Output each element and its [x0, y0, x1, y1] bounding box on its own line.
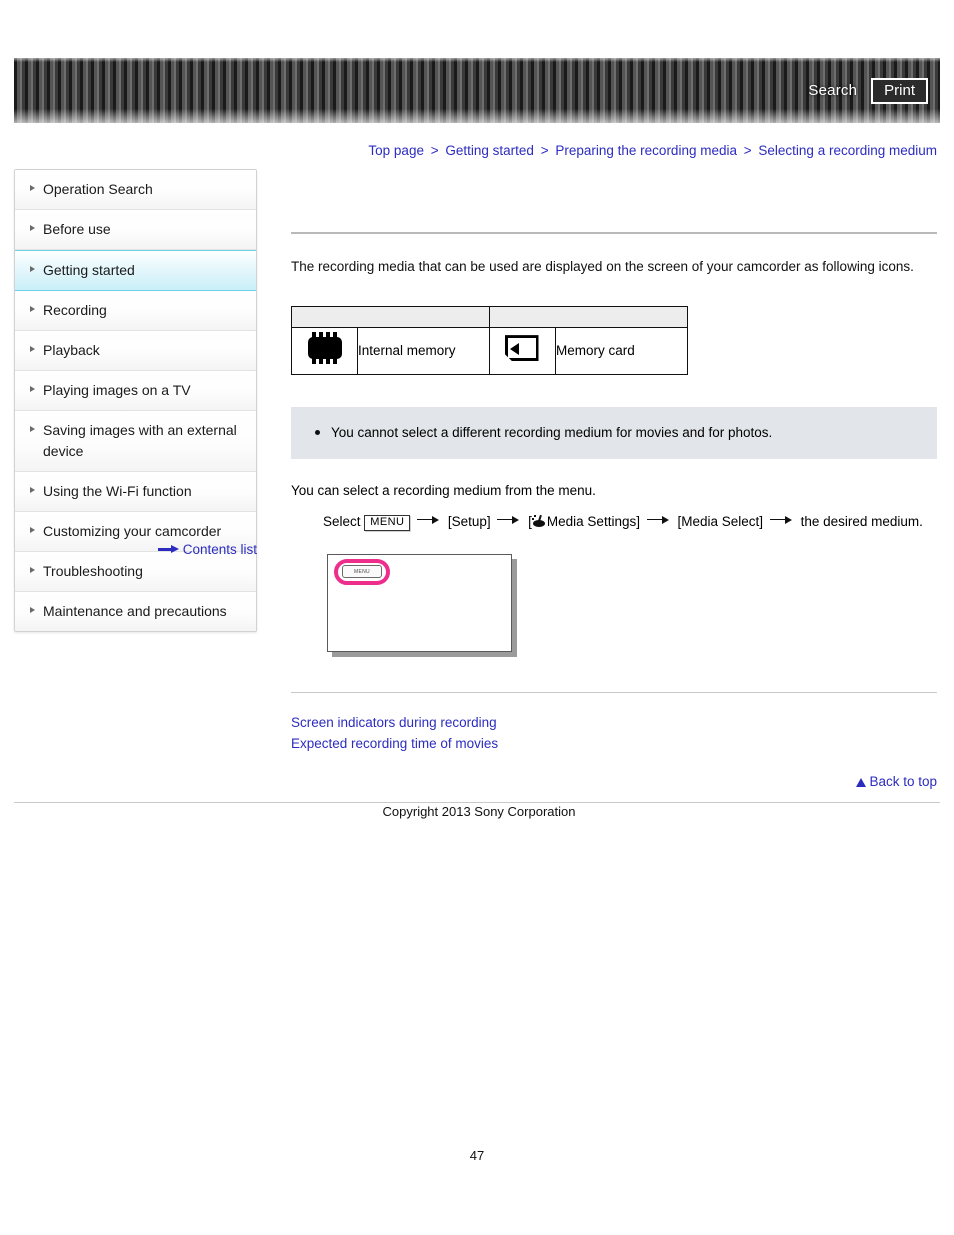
chip-pins-bottom: [311, 358, 338, 365]
breadcrumb-item-getting-started[interactable]: Getting started: [445, 143, 534, 158]
sidebar-navigation: Operation Search Before use Getting star…: [14, 169, 257, 632]
footer-divider: [14, 802, 940, 803]
procedure-step-final: the desired medium.: [800, 513, 923, 529]
triangle-bullet-icon: [30, 607, 35, 613]
sidebar-item-using-the-wi-fi-function[interactable]: Using the Wi-Fi function: [15, 472, 256, 512]
sidebar-item-label: Recording: [43, 302, 107, 318]
media-settings-icon: [531, 514, 547, 528]
triangle-bullet-icon: [30, 487, 35, 493]
procedure-step-media-settings: Media Settings]: [546, 513, 640, 529]
sidebar-item-recording[interactable]: Recording: [15, 291, 256, 331]
site-header-banner: Search Print: [14, 58, 940, 123]
table-header-row: [291, 305, 688, 328]
contents-list-row: Contents list: [14, 541, 257, 557]
screen-menu-button: MENU: [342, 565, 382, 579]
triangle-bullet-icon: [30, 386, 35, 392]
procedure-steps: Select MENU [Setup] [Media Settings] [Me…: [323, 509, 937, 535]
sidebar-item-label: Maintenance and precautions: [43, 603, 227, 619]
procedure-step-media-select: [Media Select]: [677, 513, 764, 529]
chip-body: [307, 337, 342, 360]
breadcrumb-separator: >: [540, 143, 549, 158]
sidebar-item-maintenance-and-precautions[interactable]: Maintenance and precautions: [15, 592, 256, 631]
sidebar-item-before-use[interactable]: Before use: [15, 210, 256, 250]
content-bottom-divider: [291, 692, 937, 694]
related-link-expected-recording-time[interactable]: Expected recording time of movies: [291, 734, 937, 755]
sidebar-item-getting-started[interactable]: Getting started: [15, 250, 256, 291]
sidebar-item-label: Before use: [43, 221, 111, 237]
sidebar-item-label: Playing images on a TV: [43, 382, 191, 398]
breadcrumb-item-top-page[interactable]: Top page: [368, 143, 424, 158]
triangle-bullet-icon: [30, 185, 35, 191]
table-header-cell-right: [489, 305, 688, 328]
sidebar-item-playback[interactable]: Playback: [15, 331, 256, 371]
contents-list-link[interactable]: Contents list: [183, 542, 257, 557]
triangle-bullet-icon: [30, 225, 35, 231]
back-to-top-link[interactable]: Back to top: [869, 774, 937, 789]
print-button[interactable]: Print: [871, 77, 928, 104]
triangle-bullet-icon: [30, 527, 35, 533]
back-to-top-row: Back to top: [291, 773, 937, 791]
menu-button-chip: MENU: [364, 514, 411, 532]
arrow-right-icon: [417, 515, 441, 525]
chip-icon: [304, 332, 346, 365]
triangle-up-icon: [856, 778, 867, 788]
memory-card-label: Memory card: [555, 326, 688, 375]
note-item: You cannot select a different recording …: [305, 423, 923, 443]
content-top-divider: [291, 232, 937, 234]
triangle-bullet-icon: [30, 306, 35, 312]
triangle-left-icon: [509, 343, 519, 356]
sidebar-item-label: Operation Search: [43, 181, 153, 197]
procedure-select-word: Select: [323, 513, 361, 529]
copyright-text: Copyright 2013 Sony Corporation: [382, 804, 576, 819]
memory-card-icon: [504, 333, 542, 363]
procedure-step-setup: [Setup]: [447, 513, 491, 529]
main-content: The recording media that can be used are…: [291, 169, 937, 791]
note-box: You cannot select a different recording …: [291, 406, 937, 459]
recording-media-table: Internal memory Memory card: [291, 305, 688, 375]
table-row: Internal memory Memory card: [291, 326, 688, 375]
triangle-bullet-icon: [30, 567, 35, 573]
table-header-cell-left: [291, 305, 490, 328]
screen-frame: MENU: [327, 554, 512, 653]
search-button[interactable]: Search: [808, 82, 857, 99]
triangle-bullet-icon: [30, 346, 35, 352]
sidebar-item-playing-images-on-a-tv[interactable]: Playing images on a TV: [15, 371, 256, 411]
sidebar-item-operation-search[interactable]: Operation Search: [15, 170, 256, 210]
triangle-bullet-icon: [30, 266, 35, 272]
header-top-gloss: [14, 58, 940, 62]
arrow-right-icon: [497, 515, 521, 525]
arrow-right-icon: [646, 515, 671, 525]
triangle-bullet-icon: [30, 426, 35, 432]
breadcrumb-separator: >: [743, 143, 752, 158]
memory-card-icon-cell: [489, 326, 556, 375]
page-number: 47: [469, 1148, 485, 1163]
sidebar-item-label: Saving images with an external device: [43, 422, 237, 459]
internal-memory-icon-cell: [291, 326, 358, 375]
sidebar-item-saving-images-with-an-external-device[interactable]: Saving images with an external device: [15, 411, 256, 472]
camcorder-screen-illustration: MENU: [327, 554, 517, 658]
related-links: Screen indicators during recording Expec…: [291, 713, 937, 755]
sidebar-item-label: Using the Wi-Fi function: [43, 483, 192, 499]
procedure-lead-text: You can select a recording medium from t…: [291, 482, 596, 498]
breadcrumb: Top page > Getting started > Preparing t…: [0, 143, 937, 158]
header-controls: Search Print: [808, 58, 928, 123]
breadcrumb-item-selecting-a-recording-medium[interactable]: Selecting a recording medium: [758, 143, 937, 158]
sidebar-item-troubleshooting[interactable]: Troubleshooting: [15, 552, 256, 592]
arrow-right-icon: [157, 544, 180, 554]
breadcrumb-item-preparing-the-recording-media[interactable]: Preparing the recording media: [555, 143, 737, 158]
sidebar-item-label: Getting started: [43, 262, 135, 278]
sidebar-item-label: Troubleshooting: [43, 563, 143, 579]
intro-paragraph: The recording media that can be used are…: [291, 259, 914, 274]
internal-memory-label: Internal memory: [357, 326, 490, 375]
related-link-screen-indicators[interactable]: Screen indicators during recording: [291, 713, 937, 734]
sidebar-item-label: Playback: [43, 342, 100, 358]
breadcrumb-separator: >: [430, 143, 439, 158]
sidebar-item-label: Customizing your camcorder: [43, 523, 222, 539]
arrow-right-icon: [769, 515, 794, 525]
